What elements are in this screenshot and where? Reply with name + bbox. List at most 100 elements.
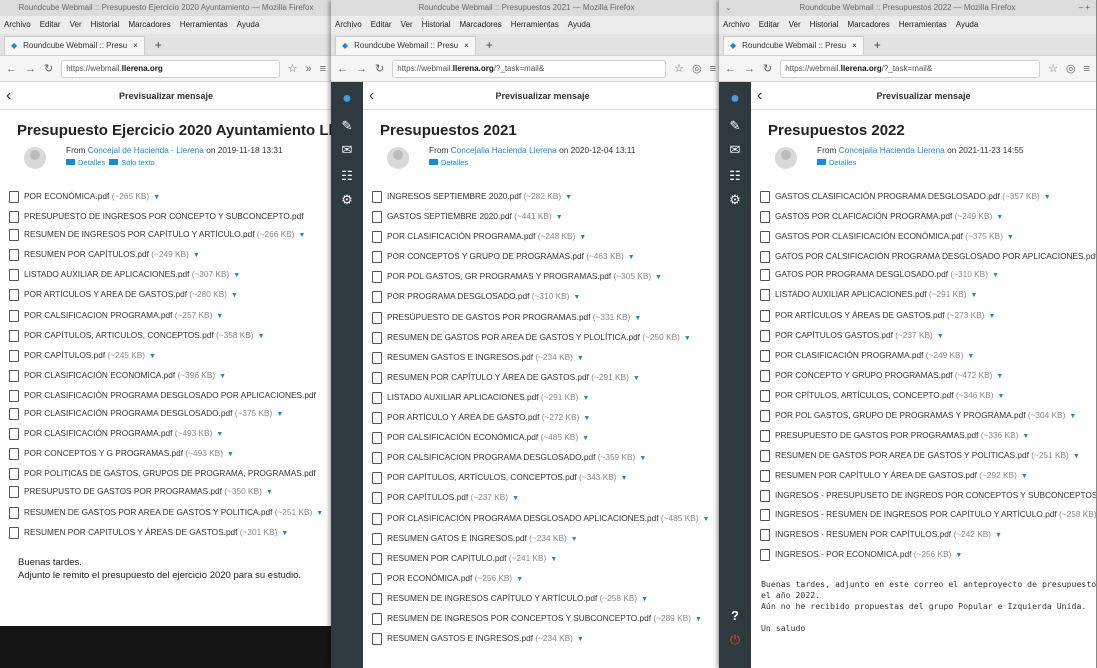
attachment-menu-icon[interactable]: ▼ (577, 355, 584, 362)
compose-icon[interactable]: ✎ (331, 118, 363, 134)
attachment-name[interactable]: POR CAPÍTULOS.pdf (24, 350, 105, 360)
attachment-menu-icon[interactable]: ▼ (639, 455, 646, 462)
browser-tab[interactable]: ◆ Roundcube Webmail :: Presu × (723, 36, 864, 55)
attachment-name[interactable]: POR CPÍTULOS, ARTÍCULOS, CONCEPTO.pdf (775, 390, 954, 400)
menu-ayuda[interactable]: Ayuda (568, 20, 591, 29)
logout-power-icon[interactable]: ⏻ (719, 632, 751, 648)
menu-ver[interactable]: Ver (70, 20, 82, 29)
mail-icon[interactable]: ✉ (719, 142, 751, 158)
attachment-menu-icon[interactable]: ▼ (571, 536, 578, 543)
menu-marcadores[interactable]: Marcadores (129, 20, 171, 29)
attachment-name[interactable]: PRESUPUESTO DE GASTOS POR PROGRAMAS.pdf (775, 430, 978, 440)
attachment-name[interactable]: POR CONCEPTOS Y G PROGRAMAS.pdf (24, 448, 183, 458)
attachment-name[interactable]: POR CAPÍTULOS GASTOS.pdf (775, 330, 893, 340)
attachment-menu-icon[interactable]: ▼ (216, 431, 223, 438)
hamburger-icon[interactable]: ≡ (1084, 63, 1090, 75)
attachment-menu-icon[interactable]: ▼ (153, 194, 160, 201)
attachment-menu-icon[interactable]: ▼ (298, 232, 305, 239)
window-menu-icon[interactable]: ⌄ (725, 0, 732, 16)
star-icon[interactable]: ☆ (674, 62, 684, 75)
attachment-name[interactable]: POR ECONÓMICA.pdf (24, 191, 109, 201)
attachment-name[interactable]: INGRESOS SEPTIEMBRE 2020.pdf (387, 191, 521, 201)
attachment-name[interactable]: INGRESOS - RESUMEN DE INGRESOS POR CAPÍT… (775, 509, 1057, 519)
attachment-item[interactable]: INGRESOS - RESUMEN DE INGRESOS POR CAPÍT… (751, 505, 1096, 525)
attachment-item[interactable]: GASTOS SEPTIEMBRE 2020.pdf (~441 KB) ▼ (363, 207, 722, 227)
attachment-item[interactable]: POR CAPÍTULOS GASTOS.pdf (~237 KB) ▼ (751, 326, 1096, 346)
attachment-item[interactable]: RESUMEN POR CAPITULOS Y ÁREAS DE GASTOS.… (0, 523, 332, 543)
attachment-name[interactable]: GASTOS POR CLAFICACIÓN PROGRAMA.pdf (775, 211, 952, 221)
pocket-icon[interactable]: ◎ (692, 62, 702, 75)
attachment-menu-icon[interactable]: ▼ (621, 475, 628, 482)
attachment-name[interactable]: GATOS POR CALSIFICACIÓN PROGRAMA DESGLOS… (775, 251, 1096, 261)
attachment-item[interactable]: POR CONCEPTOS Y G PROGRAMAS.pdf (~493 KB… (0, 444, 332, 464)
attachment-menu-icon[interactable]: ▼ (1069, 413, 1076, 420)
menu-editar[interactable]: Editar (40, 20, 61, 29)
chevron-left-icon[interactable]: ‹ (6, 82, 11, 110)
new-tab-button[interactable]: + (145, 36, 172, 55)
attachment-item[interactable]: POR CAPÍTULOS.pdf (~237 KB) ▼ (363, 488, 722, 508)
attachment-item[interactable]: POR POL GASTOS, GR PROGRAMAS Y PROGRAMAS… (363, 267, 722, 287)
attachment-item[interactable]: RESUMEN GASTOS E INGRESOS.pdf (~234 KB) ▼ (363, 629, 722, 649)
window-controls[interactable]: – + (1079, 0, 1090, 16)
attachment-name[interactable]: POR CLASIFICACIÓN PROGRAMA DESGLOSADO AP… (387, 513, 659, 523)
attachment-item[interactable]: PRESUPUESTO DE INGRESOS POR CONCEPTO Y S… (0, 207, 332, 225)
attachment-name[interactable]: POR CLASIFICACIÓN PROGRAMA DESGLOSADO.pd… (24, 408, 232, 418)
attachment-item[interactable]: RESUMEN POR CAPÍTULOS.pdf (~249 KB) ▼ (0, 245, 332, 265)
attachment-item[interactable]: POR CLASIFICACIÓN PROGRAMA DESGLOSADO.pd… (0, 404, 332, 424)
attachment-item[interactable]: RESUMEN POR CAPÍTULO Y ÁREA DE GASTOS.pd… (751, 466, 1096, 486)
new-tab-button[interactable]: + (864, 36, 891, 55)
attachment-item[interactable]: POR CLASIFICACIÓN PROGRAMA.pdf (~493 KB)… (0, 424, 332, 444)
attachment-name[interactable]: RESUMEN DE INGRESOS CAPÍTULO Y ARTÍCULO.… (387, 593, 597, 603)
attachment-menu-icon[interactable]: ▼ (988, 313, 995, 320)
menu-historial[interactable]: Historial (810, 20, 839, 29)
compose-icon[interactable]: ✎ (719, 118, 751, 134)
attachment-name[interactable]: RESUMEN DE INGRESOS POR CAPÍTULO Y ARTÍC… (24, 229, 255, 239)
close-tab-icon[interactable]: × (464, 37, 469, 55)
attachment-name[interactable]: POR CALSIFICACION PROGRAMA DESGLOSADO.pd… (387, 452, 595, 462)
menu-ayuda[interactable]: Ayuda (956, 20, 979, 29)
attachment-name[interactable]: RESUMEN DE INGRESOS POR CONCEPTOS Y SUBC… (387, 613, 651, 623)
menu-archivo[interactable]: Archivo (335, 20, 362, 29)
attachment-item[interactable]: POR CLASIFICACIÓN PROGRAMA DESGLOSADO PO… (0, 386, 332, 404)
attachment-item[interactable]: GATOS POR PROGRAMA DESGLOSADO.pdf (~310 … (751, 265, 1096, 285)
details-link[interactable]: Detalles (441, 158, 468, 167)
menu-herramientas[interactable]: Herramientas (899, 20, 947, 29)
attachment-item[interactable]: POR CAPÍTULOS, ARTÍCULOS, CONCEPTOS.pdf … (363, 468, 722, 488)
attachment-item[interactable]: RESUMEN DE GASTOS POR AREA DE GASTOS Y P… (751, 446, 1096, 466)
attachment-menu-icon[interactable]: ▼ (266, 489, 273, 496)
attachment-menu-icon[interactable]: ▼ (955, 552, 962, 559)
attachment-name[interactable]: RESUMEN POR CAPÍTULO Y ÁREA DE GASTOS.pd… (387, 372, 589, 382)
attachment-name[interactable]: POR CLASIFICACIÓN PROGRAMA.pdf (24, 428, 172, 438)
attachment-item[interactable]: PRESÚPUESTO DE GASTOS POR PROGRAMAS.pdf … (363, 308, 722, 328)
attachment-menu-icon[interactable]: ▼ (634, 315, 641, 322)
attachment-item[interactable]: LISTADO AUXILIAR APLICACIONES.pdf (~291 … (751, 285, 1096, 305)
attachment-menu-icon[interactable]: ▼ (556, 214, 563, 221)
attachment-name[interactable]: INGRESOS - RESUMEN POR CAPÍTULOS.pdf (775, 529, 951, 539)
attachment-menu-icon[interactable]: ▼ (219, 373, 226, 380)
attachment-name[interactable]: POR ARTÍCULO Y ÁREA DE GASTO.pdf (387, 412, 539, 422)
attachment-menu-icon[interactable]: ▼ (1073, 453, 1080, 460)
attachment-item[interactable]: POR CPÍTULOS, ARTÍCULOS, CONCEPTO.pdf (~… (751, 386, 1096, 406)
attachment-menu-icon[interactable]: ▼ (227, 451, 234, 458)
attachment-item[interactable]: RESUMEN DE INGRESOS POR CONCEPTOS Y SUBC… (363, 609, 722, 629)
attachment-item[interactable]: PRESUPUESTO DE GASTOS POR PROGRAMAS.pdf … (751, 426, 1096, 446)
attachment-name[interactable]: POR POL GASTOS, GR PROGRAMAS Y PROGRAMAS… (387, 271, 611, 281)
attachment-menu-icon[interactable]: ▼ (149, 353, 156, 360)
attachment-name[interactable]: RESUMEN POR CAPÍTULOS.pdf (24, 249, 149, 259)
attachment-item[interactable]: RESUMEN GASTOS E INGRESOS.pdf (~234 KB) ▼ (363, 348, 722, 368)
attachment-name[interactable]: POR CALSIFICACION PROGRAMA.pdf (24, 310, 172, 320)
attachment-item[interactable]: POR CALSIFICACION PROGRAMA DESGLOSADO.pd… (363, 448, 722, 468)
attachment-menu-icon[interactable]: ▼ (316, 510, 323, 517)
sender-link[interactable]: Concejal de Hacienda - Llerena (88, 145, 204, 155)
menu-archivo[interactable]: Archivo (4, 20, 31, 29)
attachment-menu-icon[interactable]: ▼ (583, 415, 590, 422)
attachment-item[interactable]: POR PROGRAMA DESGLOSADO.pdf (~310 KB) ▼ (363, 287, 722, 307)
attachment-menu-icon[interactable]: ▼ (579, 234, 586, 241)
attachment-item[interactable]: POR CAPÍTULOS.pdf (~245 KB) ▼ (0, 346, 332, 366)
help-icon[interactable]: ? (719, 608, 751, 623)
menu-historial[interactable]: Historial (91, 20, 120, 29)
attachment-name[interactable]: POR CLASIFICACIÓN ECONOMICA.pdf (24, 370, 175, 380)
url-bar[interactable]: https://webmail.llerena.org/?_task=mail& (392, 59, 667, 78)
attachment-name[interactable]: POR POLITICAS DE GASTOS, GRUPOS DE PROGR… (24, 468, 316, 478)
attachment-name[interactable]: GASTOS SEPTIEMBRE 2020.pdf (387, 211, 512, 221)
